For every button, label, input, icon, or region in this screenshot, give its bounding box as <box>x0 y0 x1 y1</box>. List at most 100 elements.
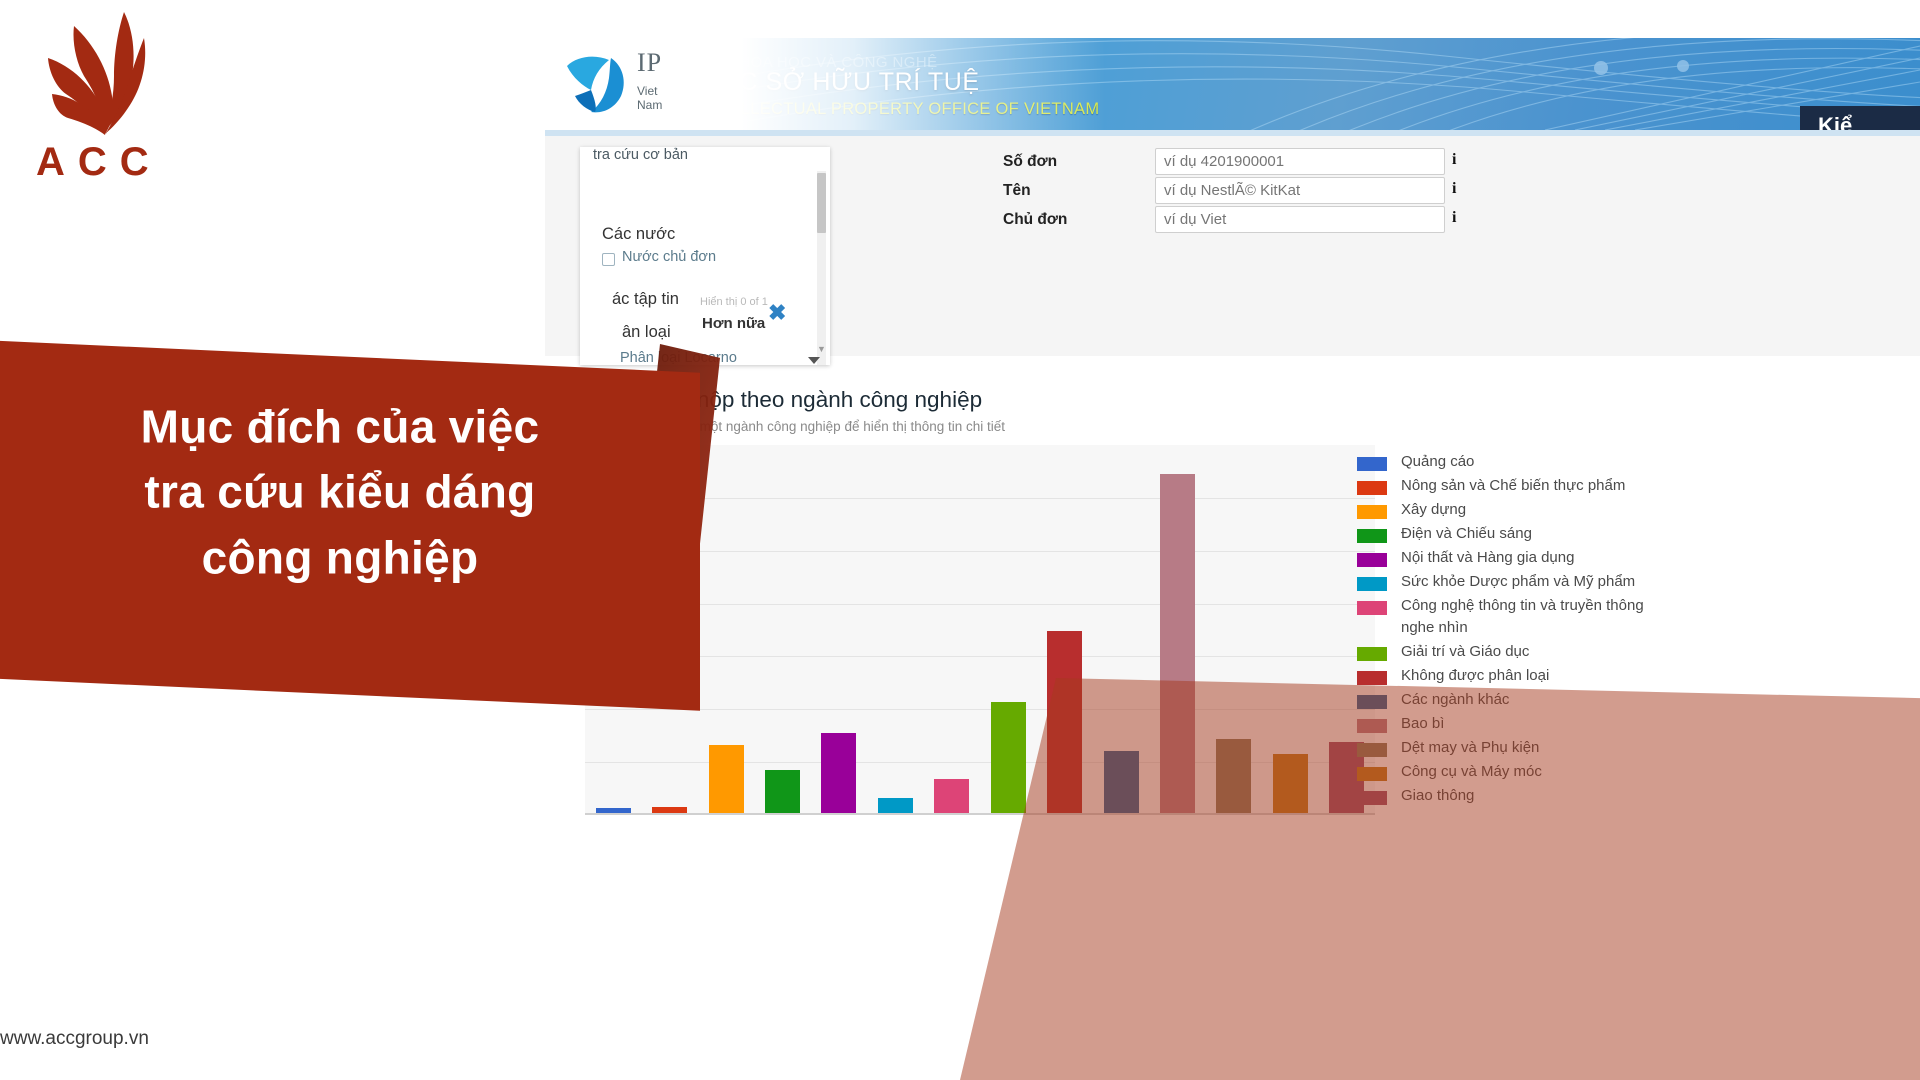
ten-input[interactable] <box>1155 177 1445 204</box>
legend-swatch <box>1357 529 1387 543</box>
legend-item[interactable]: Sức khỏe Dược phẩm và Mỹ phẩm <box>1357 573 1787 597</box>
acc-wordmark: ACC <box>36 140 162 184</box>
chart-bar[interactable] <box>1273 754 1308 813</box>
legend-item[interactable]: Quảng cáo <box>1357 453 1787 477</box>
legend-swatch <box>1357 647 1387 661</box>
chart-gridline <box>585 551 1375 552</box>
legend-label: Các ngành khác <box>1401 691 1510 708</box>
chevron-down-icon[interactable] <box>808 357 820 364</box>
chart-bar[interactable] <box>709 745 744 813</box>
scroll-down-arrow[interactable]: ▼ <box>816 344 827 355</box>
tab-tra-cuu-co-ban[interactable]: tra cứu cơ bản <box>593 147 688 163</box>
legend-item[interactable]: Bao bì <box>1357 715 1787 739</box>
footer-url: www.accgroup.vn <box>0 1028 149 1049</box>
chart-bar[interactable] <box>652 807 687 813</box>
legend-item[interactable]: Giao thông <box>1357 787 1787 811</box>
filter-group-title-2: ân loại <box>622 323 671 341</box>
legend-swatch <box>1357 601 1387 615</box>
chart-bar[interactable] <box>934 779 969 813</box>
chart-bar[interactable] <box>821 733 856 813</box>
legend-item[interactable]: Các ngành khác <box>1357 691 1787 715</box>
legend-label: Bao bì <box>1401 715 1445 732</box>
legend-item[interactable]: Điện và Chiếu sáng <box>1357 525 1787 549</box>
legend-label: Không được phân loại <box>1401 667 1550 684</box>
legend-label: Giao thông <box>1401 787 1475 804</box>
legend-item[interactable]: Dệt may và Phụ kiện <box>1357 739 1787 763</box>
ipvn-logo[interactable]: IP Viet Nam <box>565 46 685 116</box>
legend-item[interactable]: Giải trí và Giáo dục <box>1357 643 1787 667</box>
legend-item[interactable]: Không được phân loại <box>1357 667 1787 691</box>
panel-scrollbar-thumb[interactable] <box>817 173 826 233</box>
chart-gridline <box>585 604 1375 605</box>
headline-line-0: Mục đích của việc <box>140 400 540 453</box>
legend-item[interactable]: Nông sản và Chế biến thực phẩm <box>1357 477 1787 501</box>
legend-swatch <box>1357 457 1387 471</box>
chart-gridline <box>585 656 1375 657</box>
checkbox-nuoc-chu-don[interactable] <box>602 253 615 266</box>
filter-group-title-1: ác tập tin <box>612 290 679 308</box>
chart-bar[interactable] <box>878 798 913 813</box>
chart-gridline <box>585 762 1375 763</box>
filter-popover-panel[interactable]: tra cứu cơ bản ▲ ▼ ✖ Các nước Nước chủ đ… <box>580 147 830 365</box>
ip-letters: IP <box>637 48 663 77</box>
acc-logo: ACC <box>22 10 192 190</box>
legend-label: Quảng cáo <box>1401 453 1475 470</box>
filter-count-1: Hiển thị 0 of 1 <box>700 296 768 308</box>
legend-item[interactable]: Công nghệ thông tin và truyền thông nghe … <box>1357 597 1787 643</box>
flame-icon <box>48 12 146 135</box>
legend-swatch <box>1357 671 1387 685</box>
legend-label: Công cụ và Máy móc <box>1401 763 1542 780</box>
headline-line-2: công nghiệp <box>201 530 479 583</box>
legend-label: Dệt may và Phụ kiện <box>1401 739 1540 756</box>
legend-label-cont: nghe nhìn <box>1401 619 1468 636</box>
legend-label: Giải trí và Giáo dục <box>1401 643 1530 660</box>
ipvn-screenshot: BỘ KHOA HỌC VÀ CÔNG NGHỆ CỤC SỞ HỮU TRÍ … <box>545 20 1920 1080</box>
chart-bar[interactable] <box>1160 474 1195 813</box>
legend-swatch <box>1357 481 1387 495</box>
legend-swatch <box>1357 553 1387 567</box>
legend-label: Nội thất và Hàng gia dụng <box>1401 549 1575 566</box>
legend-item[interactable]: Nội thất và Hàng gia dụng <box>1357 549 1787 573</box>
chart-baseline <box>585 813 1375 815</box>
site-banner: BỘ KHOA HỌC VÀ CÔNG NGHỆ CỤC SỞ HỮU TRÍ … <box>545 38 1920 130</box>
legend-swatch <box>1357 719 1387 733</box>
ip-subtitle: Viet Nam <box>637 84 663 112</box>
info-icon-1[interactable]: i <box>1452 180 1456 198</box>
chart-bar[interactable] <box>596 808 631 813</box>
legend-item[interactable]: Xây dựng <box>1357 501 1787 525</box>
industry-chart-block: kiểu dáng nộp theo ngành công nghiệp ể n… <box>545 375 1920 875</box>
legend-label: Sức khỏe Dược phẩm và Mỹ phẩm <box>1401 573 1636 590</box>
chart-legend[interactable]: Quảng cáo Nông sản và Chế biến thực phẩm X… <box>1357 453 1787 811</box>
headline-banner: Mục đích của việc tra cứu kiểu dáng công… <box>0 340 700 711</box>
legend-swatch <box>1357 767 1387 781</box>
info-icon-0[interactable]: i <box>1452 151 1456 169</box>
legend-swatch <box>1357 791 1387 805</box>
legend-swatch <box>1357 577 1387 591</box>
chart-bar[interactable] <box>1047 631 1082 813</box>
close-icon[interactable]: ✖ <box>768 302 786 324</box>
field-label-0: Số đơn <box>1003 153 1058 170</box>
chart-bar[interactable] <box>1216 739 1251 813</box>
legend-swatch <box>1357 695 1387 709</box>
filter-option-0[interactable]: Nước chủ đơn <box>622 249 716 265</box>
so-don-input[interactable] <box>1155 148 1445 175</box>
legend-label: Xây dựng <box>1401 501 1467 518</box>
chu-don-input[interactable] <box>1155 206 1445 233</box>
chart-bar[interactable] <box>765 770 800 813</box>
ipvn-leaf-icon <box>567 56 624 113</box>
chart-gridline <box>585 709 1375 710</box>
more-link[interactable]: Hơn nữa <box>702 315 765 332</box>
chart-bar[interactable] <box>991 702 1026 813</box>
legend-swatch <box>1357 743 1387 757</box>
legend-label: Công nghệ thông tin và truyền thông <box>1401 597 1644 614</box>
headline-line-1: tra cứu kiểu dáng <box>144 465 536 518</box>
office-title-vi: CỤC SỞ HỮU TRÍ TUỆ <box>702 68 980 96</box>
nav-tab-kieudang[interactable]: Kiể <box>1800 106 1920 130</box>
legend-swatch <box>1357 505 1387 519</box>
chart-bar[interactable] <box>1104 751 1139 813</box>
legend-item[interactable]: Công cụ và Máy móc <box>1357 763 1787 787</box>
filter-group-title-0: Các nước <box>602 225 676 243</box>
info-icon-2[interactable]: i <box>1452 209 1456 227</box>
field-label-2: Chủ đơn <box>1003 211 1068 228</box>
legend-label: Điện và Chiếu sáng <box>1401 525 1532 542</box>
